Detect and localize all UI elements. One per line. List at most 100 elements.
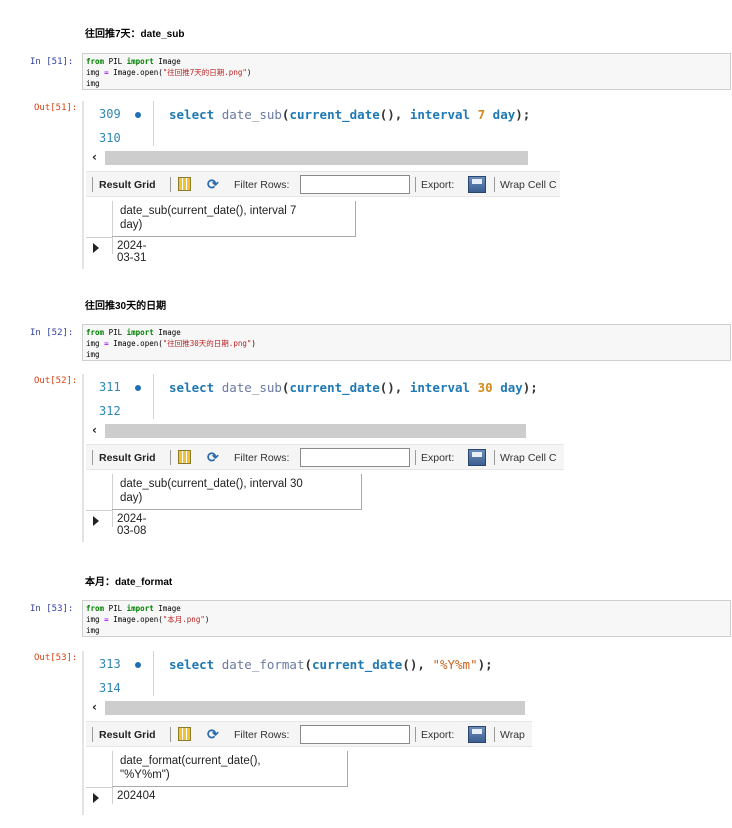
code-text: PIL	[104, 328, 127, 337]
code-string: "本月.png"	[162, 615, 205, 624]
code-input-cell[interactable]: from PIL import Image img = Image.open("…	[82, 53, 731, 90]
sql-function: current_date	[289, 107, 380, 122]
result-grid-button[interactable]: Result Grid	[99, 179, 156, 191]
result-grid-button[interactable]: Result Grid	[99, 729, 156, 741]
export-icon[interactable]	[468, 176, 486, 193]
wrap-cell-content-label[interactable]: Wrap	[500, 729, 525, 741]
result-toolbar: Result Grid ⟳ Filter Rows: Export: Wrap …	[86, 171, 560, 197]
sql-keyword: day	[500, 380, 523, 395]
line-number: 313	[99, 657, 121, 671]
scroll-left-icon[interactable]: ‹	[92, 423, 97, 437]
refresh-icon[interactable]: ⟳	[207, 449, 219, 466]
sql-punct: );	[522, 380, 538, 395]
horizontal-scrollbar[interactable]: ‹	[86, 422, 564, 439]
export-icon[interactable]	[468, 449, 486, 466]
column-header[interactable]: date_format(current_date(), "%Y%m")	[112, 751, 348, 787]
code-input-cell[interactable]: from PIL import Image img = Image.open("…	[82, 324, 731, 361]
result-cell[interactable]: 202404	[117, 790, 155, 802]
output-edge	[82, 651, 84, 815]
line-number: 309	[99, 107, 121, 121]
column-header[interactable]: date_sub(current_date(), interval 30 day…	[112, 474, 362, 510]
divider	[170, 727, 171, 742]
gutter-divider	[153, 101, 154, 146]
sql-function: date_sub	[221, 380, 282, 395]
column-header-text: day)	[120, 219, 143, 231]
grid-corner	[86, 751, 113, 788]
refresh-icon[interactable]: ⟳	[207, 176, 219, 193]
export-label: Export:	[421, 452, 455, 464]
markdown-heading-date-sub: 往回推7天：date_sub	[85, 29, 185, 40]
line-number: 311	[99, 380, 121, 394]
code-string: "往回推7天的日期.png"	[162, 68, 247, 77]
scroll-left-icon[interactable]: ‹	[92, 700, 97, 714]
filter-rows-input[interactable]	[300, 725, 410, 744]
horizontal-scrollbar[interactable]: ‹	[86, 699, 532, 716]
code-input-cell[interactable]: from PIL import Image img = Image.open("…	[82, 600, 731, 637]
horizontal-scrollbar[interactable]: ‹	[86, 149, 558, 166]
column-header[interactable]: date_sub(current_date(), interval 7 day)	[112, 201, 356, 237]
sql-statement: select date_format(current_date(), "%Y%m…	[169, 657, 493, 672]
gutter-divider	[153, 374, 154, 419]
sql-keyword: select	[169, 380, 215, 395]
column-header-text: date_sub(current_date(), interval 7	[120, 205, 297, 217]
execution-dot-icon	[135, 662, 141, 668]
result-cell[interactable]: 2024-03-08	[117, 513, 146, 537]
wrap-cell-content-label[interactable]: Wrap Cell C	[500, 179, 556, 191]
sql-punct: );	[477, 657, 493, 672]
sql-function: current_date	[289, 380, 380, 395]
result-toolbar: Result Grid ⟳ Filter Rows: Export: Wrap	[86, 721, 532, 747]
sql-editor: 309 310 select date_sub(current_date(), …	[86, 101, 554, 149]
result-cell[interactable]: 2024-03-31	[117, 240, 146, 264]
sql-statement: select date_sub(current_date(), interval…	[169, 380, 538, 395]
code-text: img	[86, 79, 100, 88]
code-keyword: from	[86, 57, 105, 66]
code-text: img	[86, 350, 100, 359]
output-prompt: Out[53]:	[34, 653, 78, 663]
scrollbar-thumb[interactable]	[105, 424, 526, 438]
code-text: Image	[153, 328, 181, 337]
output-edge	[82, 101, 84, 269]
column-header-text: date_sub(current_date(), interval 30	[120, 478, 303, 490]
filter-rows-label: Filter Rows:	[234, 452, 290, 464]
code-text: )	[246, 68, 252, 77]
markdown-heading-date-format: 本月：date_format	[85, 577, 173, 588]
code-keyword: from	[86, 604, 105, 613]
sql-function: current_date	[312, 657, 403, 672]
scrollbar-thumb[interactable]	[105, 151, 528, 165]
sql-function: date_sub	[221, 107, 282, 122]
sql-keyword: select	[169, 657, 215, 672]
divider	[92, 177, 93, 192]
result-grid-button[interactable]: Result Grid	[99, 452, 156, 464]
code-text: Image.open(	[108, 339, 163, 348]
scroll-left-icon[interactable]: ‹	[92, 150, 97, 164]
divider	[494, 450, 495, 465]
code-text: PIL	[104, 57, 127, 66]
code-string: "往回推30天的日期.png"	[162, 339, 252, 348]
sql-statement: select date_sub(current_date(), interval…	[169, 107, 530, 122]
grid-view-icon[interactable]	[178, 177, 191, 191]
input-prompt: In [52]:	[30, 328, 74, 338]
sql-punct: (),	[379, 107, 410, 122]
line-number: 310	[99, 131, 121, 145]
code-keyword: import	[126, 604, 154, 613]
code-keyword: import	[126, 328, 154, 337]
output-image-workbench: 311 312 select date_sub(current_date(), …	[82, 374, 566, 542]
wrap-cell-content-label[interactable]: Wrap Cell C	[500, 452, 556, 464]
output-prompt: Out[51]:	[34, 103, 78, 113]
export-icon[interactable]	[468, 726, 486, 743]
gutter-divider	[153, 651, 154, 696]
divider	[92, 450, 93, 465]
scrollbar-thumb[interactable]	[105, 701, 525, 715]
sql-number: 7	[477, 107, 486, 122]
divider	[112, 237, 113, 254]
grid-view-icon[interactable]	[178, 727, 191, 741]
code-text: img	[86, 339, 105, 348]
filter-rows-input[interactable]	[300, 448, 410, 467]
filter-rows-input[interactable]	[300, 175, 410, 194]
grid-view-icon[interactable]	[178, 450, 191, 464]
sql-string: "%Y%m"	[432, 657, 478, 672]
refresh-icon[interactable]: ⟳	[207, 726, 219, 743]
export-label: Export:	[421, 179, 455, 191]
sql-keyword: day	[492, 107, 516, 122]
line-number: 314	[99, 681, 121, 695]
